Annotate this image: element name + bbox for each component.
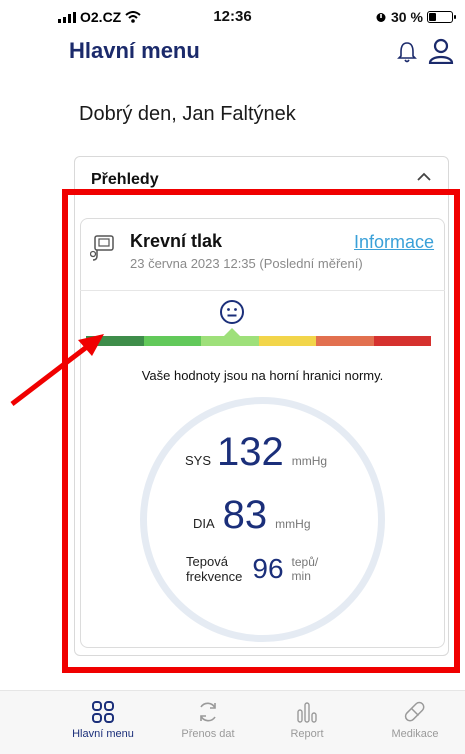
greeting: Dobrý den, Jan Faltýnek [79,103,296,125]
nav-label: Hlavní menu [72,728,134,740]
nav-item-medikace[interactable]: Medikace [370,700,460,740]
nav-label: Přenos dat [181,728,235,740]
bell-icon[interactable] [397,40,417,64]
battery-icon [426,11,456,23]
pill-icon [404,701,425,722]
chevron-up-icon[interactable] [415,170,433,184]
highlight-box [62,189,460,673]
nav-item-hlavni-menu[interactable]: Hlavní menu [58,700,148,740]
battery-status: 30 % [375,9,456,25]
page-title: Hlavní menu [69,38,200,63]
sync-icon [200,702,216,722]
overview-title[interactable]: Přehledy [91,171,159,189]
nav-label: Medikace [391,728,439,740]
user-icon[interactable] [428,38,454,64]
status-bar: O2.CZ 12:36 30 % [0,0,465,34]
alarm-icon [376,13,386,22]
grid-icon [92,701,114,723]
red-arrow-icon [10,334,104,406]
battery-percent: 30 % [391,9,423,25]
nav-item-prenos-dat[interactable]: Přenos dat [163,700,253,740]
chart-icon [297,702,317,723]
nav-item-report[interactable]: Report [262,700,352,740]
nav-label: Report [290,728,324,740]
